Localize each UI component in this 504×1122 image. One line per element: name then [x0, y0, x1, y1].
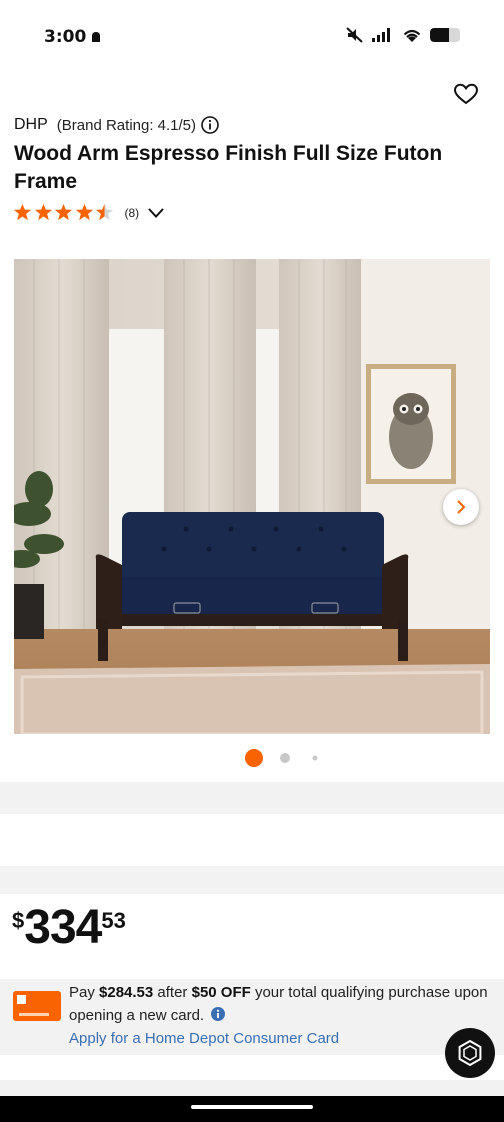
carousel-dot[interactable] [245, 749, 263, 767]
carousel-dots[interactable] [244, 748, 324, 768]
brand-line: DHP (Brand Rating: 4.1/5) [14, 116, 219, 134]
chat-button[interactable] [445, 1028, 495, 1078]
promo-amount: $284.53 [99, 984, 154, 1001]
star-icon [75, 203, 93, 221]
focus-mode-icon [92, 32, 100, 42]
promo-text-after: after [153, 984, 192, 1001]
rating-stars[interactable]: (8) [13, 203, 165, 222]
product-title: Wood Arm Espresso Finish Full Size Futon… [14, 142, 443, 193]
product-image[interactable] [14, 259, 490, 734]
section-divider [0, 782, 504, 814]
favorite-heart-icon[interactable] [453, 83, 479, 105]
chevron-down-icon[interactable] [147, 207, 165, 219]
carousel-dot[interactable] [280, 753, 290, 763]
info-icon[interactable] [201, 116, 219, 134]
apply-card-link[interactable]: Apply for a Home Depot Consumer Card [69, 1030, 339, 1047]
status-icons [346, 27, 460, 43]
chevron-right-icon [457, 500, 466, 514]
promo-discount: $50 OFF [191, 984, 251, 1001]
wifi-icon [403, 29, 421, 42]
price: $ 334 53 [12, 902, 126, 954]
next-image-button[interactable] [443, 489, 479, 525]
info-icon[interactable] [211, 1007, 226, 1021]
status-time: 3:00 [44, 27, 87, 47]
price-dollars: 334 [24, 901, 102, 954]
star-icon [13, 203, 32, 221]
home-indicator[interactable] [191, 1105, 313, 1109]
battery-icon [430, 28, 460, 42]
mute-icon [346, 27, 363, 43]
promo-text: Pay $284.53 after $50 OFF your total qua… [69, 981, 489, 1050]
promo-text-pay: Pay [69, 984, 100, 1001]
section-divider [0, 1080, 504, 1096]
signal-icon [372, 28, 390, 42]
review-count[interactable]: (8) [125, 206, 140, 220]
star-icon [34, 203, 52, 221]
section-divider [0, 866, 504, 894]
status-bar: 3:00 [0, 0, 504, 70]
price-currency: $ [12, 908, 25, 933]
carousel-dot[interactable] [312, 755, 318, 761]
star-icon [95, 203, 114, 221]
home-bar [0, 1096, 504, 1122]
star-icon [54, 203, 73, 221]
credit-card-image [13, 991, 61, 1021]
brand-name[interactable]: DHP [14, 116, 48, 134]
brand-rating: (Brand Rating: 4.1/5) [56, 116, 197, 134]
chat-icon [458, 1039, 482, 1067]
price-cents: 53 [101, 908, 126, 933]
credit-card-promo: Pay $284.53 after $50 OFF your total qua… [0, 979, 504, 1055]
